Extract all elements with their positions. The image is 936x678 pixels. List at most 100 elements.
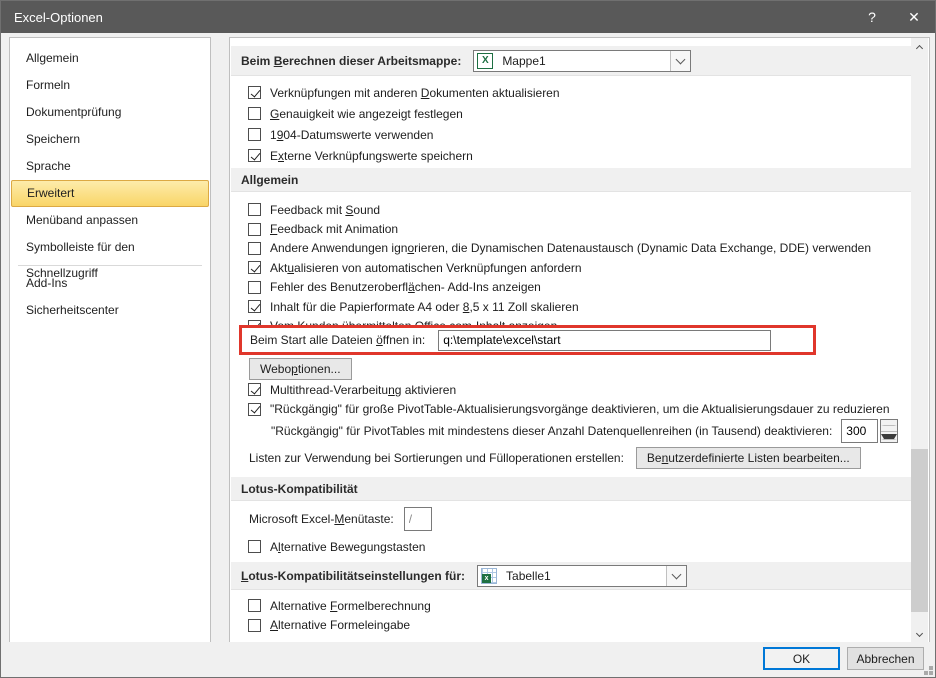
checkbox-row[interactable]: Alternative Formeleingabe: [231, 615, 911, 634]
lotus-settings-band: Lotus-Kompatibilitätseinstellungen für: …: [231, 562, 911, 590]
sidebar-item[interactable]: Add-Ins: [11, 270, 209, 297]
checkbox-row[interactable]: Genauigkeit wie angezeigt festlegen: [231, 103, 911, 124]
lotus-settings-checkbox-list: Alternative Formelberechnung Alternative…: [231, 596, 911, 635]
checkbox-row[interactable]: Feedback mit Animation: [231, 219, 911, 238]
calc-checkbox-list: Verknüpfungen mit anderen Dokumenten akt…: [231, 82, 911, 166]
checkbox[interactable]: [248, 540, 261, 553]
checkbox[interactable]: [248, 86, 261, 99]
custom-lists-label: Listen zur Verwendung bei Sortierungen u…: [249, 451, 624, 465]
checkbox-row[interactable]: Aktualisieren von automatischen Verknüpf…: [231, 258, 911, 277]
sidebar-item[interactable]: Allgemein: [11, 45, 209, 72]
calc-header-label: Beim Berechnen dieser Arbeitsmappe:: [241, 54, 461, 68]
calc-header-band: Beim Berechnen dieser Arbeitsmappe: X Ma…: [231, 46, 911, 76]
menu-key-input[interactable]: [404, 507, 432, 531]
close-icon[interactable]: ✕: [893, 1, 935, 33]
checkbox-label: Externe Verknüpfungswerte speichern: [270, 149, 473, 163]
checkbox-label: Inhalt für die Papierformate A4 oder 8,5…: [270, 300, 579, 314]
lotus-checkbox-list: Alternative Bewegungstasten: [231, 537, 911, 556]
checkbox-row[interactable]: Alternative Bewegungstasten: [231, 537, 911, 556]
allgemein-checkbox-list: Feedback mit Sound Feedback mit Animatio…: [231, 200, 911, 336]
dropdown-arrow-button[interactable]: [670, 51, 690, 71]
checkbox-label: Fehler des Benutzeroberflächen- Add-Ins …: [270, 280, 541, 294]
ok-button[interactable]: OK: [763, 647, 840, 670]
chevron-down-icon: [916, 629, 923, 636]
lotus-band: Lotus-Kompatibilität: [231, 477, 911, 501]
pivot-threshold-row: "Rückgängig" für PivotTables mit mindest…: [231, 418, 911, 444]
checkbox[interactable]: [248, 261, 261, 274]
workbook-dropdown[interactable]: X Mappe1: [473, 50, 691, 72]
scrollbar-thumb[interactable]: [911, 449, 928, 612]
help-icon[interactable]: ?: [851, 1, 893, 33]
sidebar: AllgemeinFormelnDokumentprüfungSpeichern…: [9, 37, 211, 644]
checkbox-row[interactable]: Andere Anwendungen ignorieren, die Dynam…: [231, 239, 911, 258]
sidebar-item[interactable]: Dokumentprüfung: [11, 99, 209, 126]
sidebar-list-top: AllgemeinFormelnDokumentprüfungSpeichern…: [10, 45, 210, 261]
chevron-down-icon: [676, 54, 686, 64]
checkbox[interactable]: [248, 619, 261, 632]
checkbox-label: Feedback mit Sound: [270, 203, 380, 217]
scroll-down-button[interactable]: [911, 626, 928, 643]
worksheet-icon: x: [481, 568, 497, 584]
sidebar-item[interactable]: Symbolleiste für den Schnellzugriff: [11, 234, 209, 261]
checkbox-row[interactable]: Feedback mit Sound: [231, 200, 911, 219]
workbook-dropdown-value: Mappe1: [498, 54, 670, 68]
startup-folder-highlight: Beim Start alle Dateien öffnen in:: [239, 325, 816, 355]
excel-options-dialog: { "colors": { "titlebar": "#595959", "hi…: [0, 0, 936, 678]
scroll-up-button[interactable]: [911, 38, 928, 55]
checkbox-row[interactable]: Inhalt für die Papierformate A4 oder 8,5…: [231, 297, 911, 316]
checkbox[interactable]: [248, 203, 261, 216]
sidebar-item[interactable]: Erweitert: [11, 180, 209, 207]
cancel-button[interactable]: Abbrechen: [847, 647, 924, 670]
pivot-threshold-label: "Rückgängig" für PivotTables mit mindest…: [271, 424, 832, 438]
checkbox-row[interactable]: Fehler des Benutzeroberflächen- Add-Ins …: [231, 278, 911, 297]
startup-folder-input[interactable]: [438, 330, 771, 351]
sidebar-list-bottom: Add-InsSicherheitscenter: [10, 270, 210, 324]
titlebar: Excel-Optionen ? ✕: [1, 1, 935, 33]
checkbox-label: Alternative Formeleingabe: [270, 618, 410, 632]
checkbox[interactable]: [248, 300, 261, 313]
pivot-threshold-input[interactable]: [841, 419, 878, 443]
checkbox[interactable]: [248, 223, 261, 236]
sidebar-item[interactable]: Formeln: [11, 72, 209, 99]
spin-up-icon: [881, 425, 897, 426]
checkbox-row[interactable]: Alternative Formelberechnung: [231, 596, 911, 615]
sheet-dropdown[interactable]: x Tabelle1: [477, 565, 687, 587]
dropdown-arrow-button[interactable]: [666, 566, 686, 586]
checkbox[interactable]: [248, 128, 261, 141]
sidebar-item[interactable]: Sicherheitscenter: [11, 297, 209, 324]
spin-down-button[interactable]: [881, 432, 897, 443]
pivot-threshold-spinner: [841, 419, 898, 443]
checkbox[interactable]: [248, 242, 261, 255]
lotus-settings-label: Lotus-Kompatibilitätseinstellungen für:: [241, 569, 465, 583]
checkbox-row[interactable]: "Rückgängig" für große PivotTable-Aktual…: [231, 400, 911, 420]
resize-grip[interactable]: [929, 671, 933, 675]
spin-up-button[interactable]: [881, 420, 897, 432]
sidebar-item[interactable]: Speichern: [11, 126, 209, 153]
window-title: Excel-Optionen: [1, 10, 851, 25]
checkbox[interactable]: [248, 107, 261, 120]
checkbox[interactable]: [248, 149, 261, 162]
sidebar-item[interactable]: Menüband anpassen: [11, 207, 209, 234]
startup-folder-label: Beim Start alle Dateien öffnen in:: [250, 333, 425, 347]
allgemein-band: Allgemein: [231, 168, 911, 192]
sheet-dropdown-value: Tabelle1: [502, 569, 666, 583]
checkbox-label: Aktualisieren von automatischen Verknüpf…: [270, 261, 582, 275]
vertical-scrollbar[interactable]: [911, 38, 928, 643]
checkbox-row[interactable]: Multithread-Verarbeitung aktivieren: [231, 380, 911, 400]
checkbox-label: Verknüpfungen mit anderen Dokumenten akt…: [270, 86, 560, 100]
checkbox[interactable]: [248, 383, 261, 396]
edit-custom-lists-button[interactable]: Benutzerdefinierte Listen bearbeiten...: [636, 447, 861, 469]
chevron-down-icon: [672, 569, 682, 579]
checkbox-row[interactable]: Verknüpfungen mit anderen Dokumenten akt…: [231, 82, 911, 103]
web-options-button[interactable]: Weboptionen...: [249, 358, 352, 380]
excel-workbook-icon: X: [477, 53, 493, 69]
checkbox[interactable]: [248, 599, 261, 612]
menu-key-label: Microsoft Excel-Menütaste:: [249, 512, 394, 526]
checkbox-row[interactable]: Externe Verknüpfungswerte speichern: [231, 145, 911, 166]
checkbox-row[interactable]: 1904-Datumswerte verwenden: [231, 124, 911, 145]
checkbox-label: Alternative Formelberechnung: [270, 599, 431, 613]
chevron-up-icon: [916, 44, 923, 51]
sidebar-item[interactable]: Sprache: [11, 153, 209, 180]
checkbox[interactable]: [248, 281, 261, 294]
checkbox[interactable]: [248, 403, 261, 416]
